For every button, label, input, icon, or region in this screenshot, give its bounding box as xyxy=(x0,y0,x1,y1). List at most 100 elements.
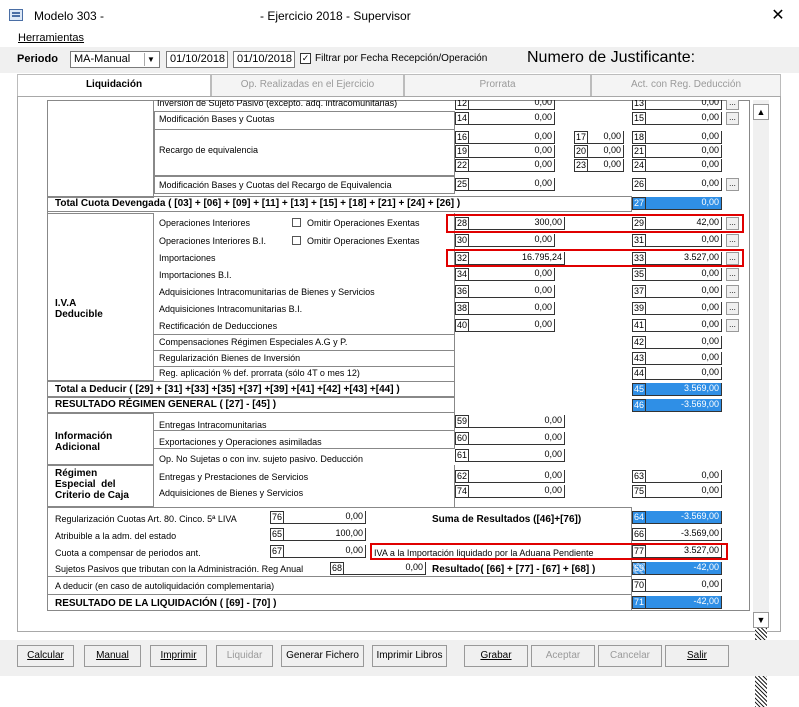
imprimir-libros-button[interactable]: Imprimir Libros xyxy=(372,645,447,667)
value-field[interactable]: 0,00 xyxy=(588,159,624,172)
value-field[interactable]: 0,00 xyxy=(469,100,555,110)
value-field[interactable]: 0,00 xyxy=(646,285,722,298)
box-number: 67 xyxy=(270,545,284,558)
box-number: 70 xyxy=(632,579,646,592)
tab-liquidacion[interactable]: Liquidación xyxy=(17,74,211,97)
suma-resultados-label: Suma de Resultados ([46]+[76]) xyxy=(432,514,582,525)
more-button[interactable]: ... xyxy=(726,178,739,191)
more-button[interactable]: ... xyxy=(726,100,739,110)
date-to-field[interactable]: 01/10/2018 xyxy=(233,51,295,68)
value-field[interactable]: 0,00 xyxy=(469,485,565,498)
close-icon[interactable]: ✕ xyxy=(770,5,786,25)
generar-fichero-button[interactable]: Generar Fichero xyxy=(281,645,364,667)
chevron-down-icon[interactable]: ▼ xyxy=(144,53,157,66)
row-label: Exportaciones y Operaciones asimiladas xyxy=(159,437,322,447)
suma-resultados-value: -3.569,00 xyxy=(646,511,722,524)
more-button[interactable]: ... xyxy=(726,112,739,125)
value-field[interactable]: 0,00 xyxy=(469,302,555,315)
window-title: - Ejercicio 2018 - Supervisor xyxy=(260,9,411,23)
calcular-button[interactable]: Calcular xyxy=(17,645,74,667)
value-field[interactable]: 0,00 xyxy=(469,234,555,247)
value-field[interactable]: 0,00 xyxy=(646,131,722,144)
value-field[interactable]: 0,00 xyxy=(469,470,565,483)
value-field[interactable]: 0,00 xyxy=(646,367,722,380)
value-field[interactable]: 100,00 xyxy=(284,528,366,541)
liquidation-form: Inversión de Sujeto Pasivo (excepto. adq… xyxy=(47,100,750,612)
row-label: Reg. aplicación % def. prorrata (sólo 4T… xyxy=(159,368,360,378)
value-field[interactable]: 0,00 xyxy=(646,268,722,281)
manual-button[interactable]: Manual xyxy=(84,645,141,667)
aceptar-button[interactable]: Aceptar xyxy=(531,645,595,667)
value-field[interactable]: 0,00 xyxy=(469,268,555,281)
tab-op-realizadas[interactable]: Op. Realizadas en el Ejercicio xyxy=(211,74,404,96)
scroll-down-icon[interactable]: ▼ xyxy=(753,612,769,628)
box-number: 26 xyxy=(632,178,646,191)
value-field[interactable]: 0,00 xyxy=(588,145,624,158)
tab-prorrata[interactable]: Prorrata xyxy=(404,74,591,96)
value-field[interactable]: 0,00 xyxy=(469,145,555,158)
value-field[interactable]: 0,00 xyxy=(284,545,366,558)
value-field[interactable]: 0,00 xyxy=(646,234,722,247)
value-field[interactable]: 0,00 xyxy=(646,336,722,349)
imprimir-button[interactable]: Imprimir xyxy=(150,645,207,667)
more-button[interactable]: ... xyxy=(726,268,739,281)
total-devengada-label: Total Cuota Devengada ( [03] + [06] + [0… xyxy=(55,198,461,209)
value-field[interactable]: 0,00 xyxy=(646,470,722,483)
more-button[interactable]: ... xyxy=(726,285,739,298)
value-field[interactable]: 0,00 xyxy=(646,579,722,592)
value-field[interactable]: 0,00 xyxy=(469,112,555,125)
box-number: 14 xyxy=(455,112,469,125)
value-field[interactable]: 0,00 xyxy=(469,159,555,172)
value-field[interactable]: 0,00 xyxy=(646,159,722,172)
value-field[interactable]: 0,00 xyxy=(469,449,565,462)
highlight-box xyxy=(446,214,744,233)
liquidar-button[interactable]: Liquidar xyxy=(216,645,273,667)
row-label: Inversión de Sujeto Pasivo (excepto. adq… xyxy=(157,100,398,108)
filter-checkbox[interactable]: ✓ xyxy=(300,53,311,64)
row-label: Operaciones Interiores xyxy=(159,218,251,228)
value-field[interactable]: 0,00 xyxy=(469,178,555,191)
scroll-up-icon[interactable]: ▲ xyxy=(753,104,769,120)
value-field[interactable]: 0,00 xyxy=(646,319,722,332)
value-field[interactable]: 0,00 xyxy=(646,112,722,125)
value-field[interactable]: 0,00 xyxy=(646,352,722,365)
omit-exentas-label: Omitir Operaciones Exentas xyxy=(307,236,420,246)
row-label: Entregas y Prestaciones de Servicios xyxy=(159,472,309,482)
more-button[interactable]: ... xyxy=(726,302,739,315)
value-field[interactable]: 0,00 xyxy=(588,131,624,144)
box-number: 19 xyxy=(455,145,469,158)
value-field[interactable]: 0,00 xyxy=(284,511,366,524)
omit-exentas-checkbox[interactable] xyxy=(292,218,301,227)
box-number: 16 xyxy=(455,131,469,144)
tab-act-reg-deduccion[interactable]: Act. con Reg. Deducción xyxy=(591,74,781,96)
value-field[interactable]: 0,00 xyxy=(646,302,722,315)
cancelar-button[interactable]: Cancelar xyxy=(598,645,662,667)
box-number: 44 xyxy=(632,367,646,380)
total-devengada-value: 0,00 xyxy=(646,197,722,210)
menu-herramientas[interactable]: Herramientas xyxy=(18,32,84,44)
value-field[interactable]: 0,00 xyxy=(469,415,565,428)
highlight-box xyxy=(370,543,728,560)
box-number: 75 xyxy=(632,485,646,498)
box-number: 24 xyxy=(632,159,646,172)
value-field[interactable]: 0,00 xyxy=(344,562,426,575)
value-field[interactable]: 0,00 xyxy=(469,432,565,445)
grabar-button[interactable]: Grabar xyxy=(464,645,528,667)
more-button[interactable]: ... xyxy=(726,319,739,332)
value-field[interactable]: 0,00 xyxy=(646,178,722,191)
box-number: 17 xyxy=(574,131,588,144)
value-field[interactable]: 0,00 xyxy=(646,485,722,498)
omit-exentas-checkbox[interactable] xyxy=(292,236,301,245)
value-field[interactable]: 0,00 xyxy=(469,131,555,144)
date-from-field[interactable]: 01/10/2018 xyxy=(166,51,228,68)
box-number: 65 xyxy=(270,528,284,541)
salir-button[interactable]: Salir xyxy=(665,645,729,667)
row-label: Operaciones Interiores B.I. xyxy=(159,236,267,246)
value-field[interactable]: 0,00 xyxy=(469,319,555,332)
value-field[interactable]: 0,00 xyxy=(469,285,555,298)
row-label: Importaciones B.I. xyxy=(159,270,232,280)
value-field[interactable]: 0,00 xyxy=(646,145,722,158)
vertical-scrollbar[interactable]: ▲ ▼ xyxy=(753,100,769,707)
more-button[interactable]: ... xyxy=(726,234,739,247)
value-field[interactable]: 0,00 xyxy=(646,100,722,110)
